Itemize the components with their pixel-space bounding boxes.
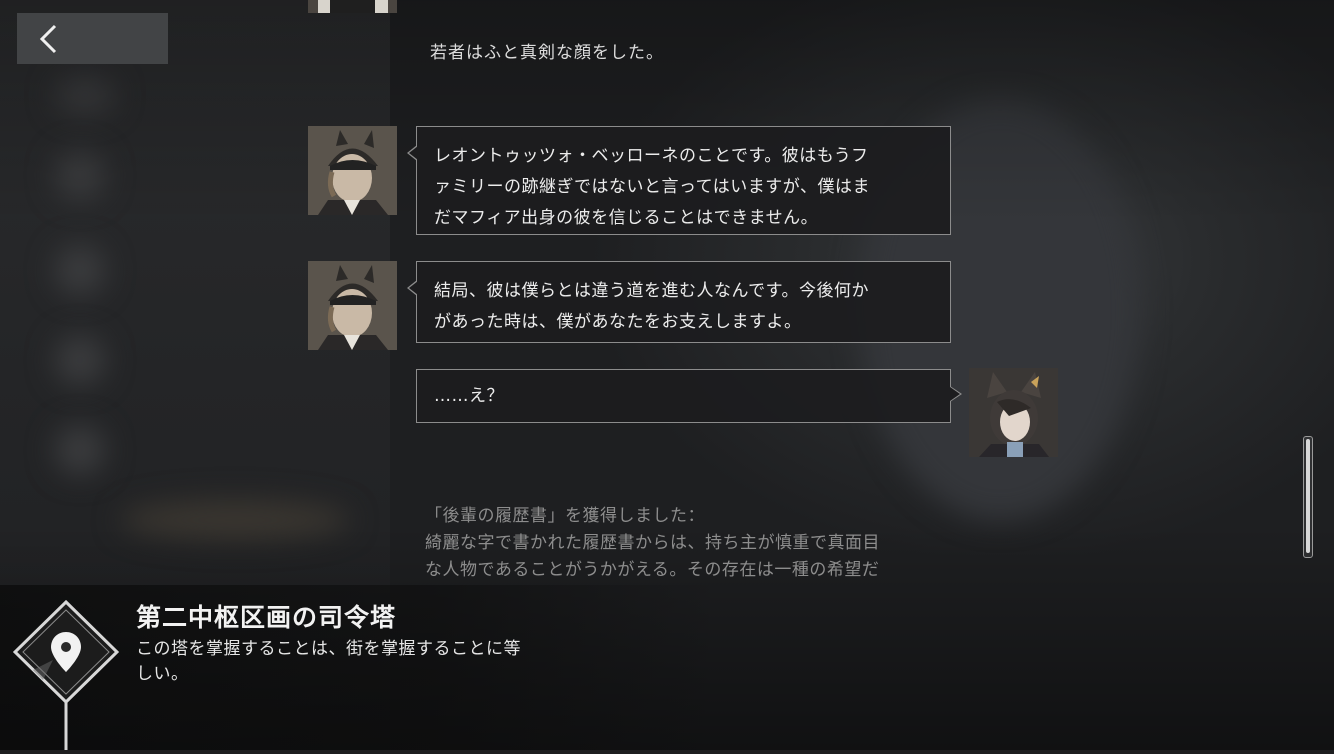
dialogue-bubble-player: ……え？ bbox=[416, 369, 962, 423]
dialogue-line: があった時は、僕があなたをお支えしますよ。 bbox=[434, 312, 802, 332]
location-pin-icon bbox=[12, 599, 120, 754]
dialogue-line: だマフィア出身の彼を信じることはできません。 bbox=[434, 208, 819, 228]
narration-text: 若者はふと真剣な顔をした。 bbox=[430, 43, 664, 63]
item-acquired-message: 「後輩の履歴書」を獲得しました： 綺麗な字で書かれた履歴書からは、持ち主が慎重で… bbox=[425, 503, 950, 584]
location-description: この塔を掌握することは、街を掌握することに等 しい。 bbox=[136, 637, 586, 687]
location-title: 第二中枢区画の司令塔 bbox=[136, 603, 397, 632]
location-description-line: しい。 bbox=[136, 664, 189, 684]
dialogue-line: ……え？ bbox=[434, 386, 504, 406]
item-line: 綺麗な字で書かれた履歴書からは、持ち主が慎重で真面目 bbox=[425, 533, 880, 553]
young-man-avatar bbox=[308, 126, 397, 215]
dialogue-line: レオントゥッツォ・ベッローネのことです。彼はもうフ bbox=[434, 146, 869, 166]
dialogue-line: 結局、彼は僕らとは違う道を進む人なんです。今後何か bbox=[434, 281, 869, 301]
log-scrollbar[interactable] bbox=[1303, 436, 1313, 558]
item-line: な人物であることがうかがえる。その存在は一種の希望だ bbox=[425, 560, 880, 580]
young-man-avatar bbox=[308, 261, 397, 350]
player-avatar bbox=[969, 368, 1058, 457]
item-line: 「後輩の履歴書」を獲得しました： bbox=[425, 506, 705, 526]
chevron-left-icon bbox=[39, 24, 57, 54]
location-description-line: この塔を掌握することは、街を掌握することに等 bbox=[136, 639, 521, 659]
dialogue-bubble: レオントゥッツォ・ベッローネのことです。彼はもうフ ァミリーの跡継ぎではないと言… bbox=[407, 126, 951, 235]
scrollbar-thumb[interactable] bbox=[1306, 439, 1310, 553]
avatar-partial bbox=[308, 0, 397, 13]
back-button[interactable] bbox=[17, 13, 168, 64]
dialogue-line: ァミリーの跡継ぎではないと言ってはいますが、僕はま bbox=[434, 177, 870, 197]
dialogue-bubble: 結局、彼は僕らとは違う道を進む人なんです。今後何か があった時は、僕があなたをお… bbox=[407, 261, 951, 343]
